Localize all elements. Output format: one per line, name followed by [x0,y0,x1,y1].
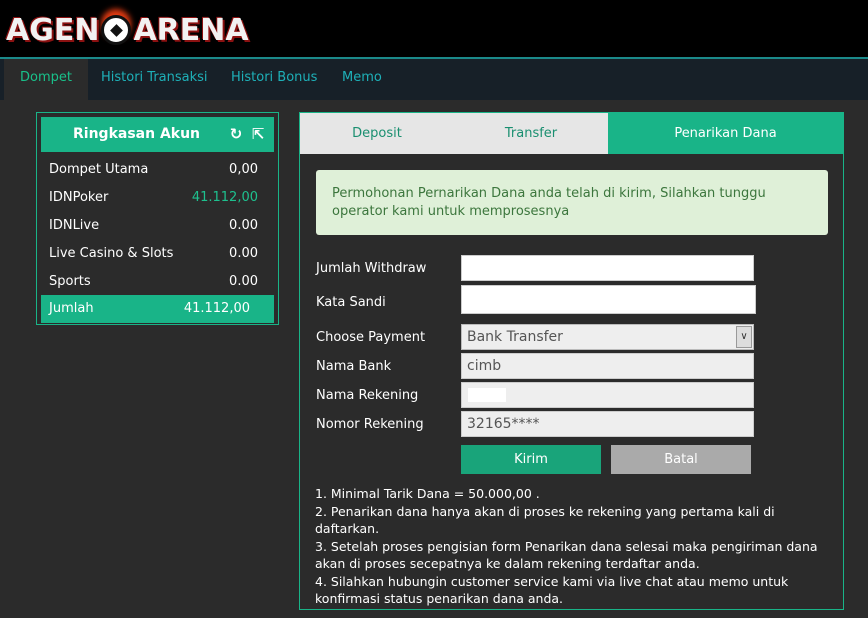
summary-value: 41.112,00 [191,190,258,205]
summary-value: 0.00 [229,246,258,261]
summary-label: IDNPoker [49,190,109,205]
note-item: 1. Minimal Tarik Dana = 50.000,00 . [315,486,540,501]
logo-text-right: ARENA [133,12,249,48]
jumlah-withdraw-label: Jumlah Withdraw [316,261,427,276]
withdraw-notes: 1. Minimal Tarik Dana = 50.000,00 . 2. P… [315,485,835,608]
choose-payment-value: Bank Transfer [467,329,563,345]
summary-label: Sports [49,274,91,289]
nama-bank-label: Nama Bank [316,359,392,374]
nav-tab-memo[interactable]: Memo [342,59,382,100]
nama-rekening-label: Nama Rekening [316,388,419,403]
nama-bank-field[interactable]: cimb [461,353,754,379]
nav-tab-histori-transaksi[interactable]: Histori Transaksi [101,59,208,100]
summary-value: 0.00 [229,218,258,233]
logo-text-left: AGEN [6,12,100,48]
summary-row-idnlive: IDNLive 0.00 [41,212,274,240]
summary-label: Live Casino & Slots [49,246,174,261]
kata-sandi-label: Kata Sandi [316,295,386,310]
note-item: 2. Penarikan dana hanya akan di proses k… [315,503,775,537]
nomor-rekening-field[interactable]: 32165**** [461,411,754,437]
refresh-icon[interactable]: ↻ [228,126,244,142]
nomor-rekening-label: Nomor Rekening [316,417,424,432]
success-alert: Permohonan Pernarikan Dana anda telah di… [316,170,828,235]
summary-row-sports: Sports 0.00 [41,268,274,296]
summary-label: IDNLive [49,218,100,233]
main-nav: Dompet Histori Transaksi Histori Bonus M… [0,57,868,100]
batal-button[interactable]: Batal [611,445,751,474]
withdraw-panel: Deposit Transfer Penarikan Dana Permohon… [299,112,844,610]
jumlah-withdraw-input[interactable] [461,255,754,281]
arrow-up-icon[interactable]: ⇱ [250,126,266,142]
nav-tab-histori-bonus[interactable]: Histori Bonus [231,59,317,100]
chevron-down-icon[interactable]: ∨ [736,326,752,348]
summary-row-total: Jumlah 41.112,00 [41,295,274,323]
summary-row-idnpoker: IDNPoker 41.112,00 [41,184,274,212]
agen-arena-logo[interactable]: AGEN ARENA [6,8,249,52]
summary-total-label: Jumlah [49,301,94,316]
tab-deposit[interactable]: Deposit [300,113,454,154]
note-item: 3. Setelah proses pengisian form Penarik… [315,538,818,572]
site-header: AGEN ARENA [0,0,868,57]
soccer-ball-icon [101,15,132,45]
note-item: 4. Silahkan hubungin customer service ka… [315,573,789,607]
account-summary-title: Ringkasan Akun [73,126,201,142]
redacted-name [468,388,506,402]
nama-rekening-field[interactable] [461,382,754,408]
choose-payment-select[interactable]: Bank Transfer ∨ [461,324,754,350]
choose-payment-label: Choose Payment [316,330,426,345]
tab-transfer[interactable]: Transfer [454,113,608,154]
summary-value: 0.00 [229,274,258,289]
account-summary-panel: Ringkasan Akun ↻ ⇱ Dompet Utama 0,00 IDN… [36,112,279,325]
summary-total-value: 41.112,00 [183,301,250,316]
summary-label: Dompet Utama [49,162,149,177]
summary-row-dompet-utama: Dompet Utama 0,00 [41,156,274,184]
kata-sandi-input[interactable] [461,285,756,314]
summary-row-live-casino: Live Casino & Slots 0.00 [41,240,274,268]
kirim-button[interactable]: Kirim [461,445,601,474]
account-summary-header: Ringkasan Akun ↻ ⇱ [41,117,274,152]
nav-tab-dompet[interactable]: Dompet [4,59,88,100]
tab-penarikan-dana[interactable]: Penarikan Dana [608,113,843,154]
summary-value: 0,00 [229,162,258,177]
